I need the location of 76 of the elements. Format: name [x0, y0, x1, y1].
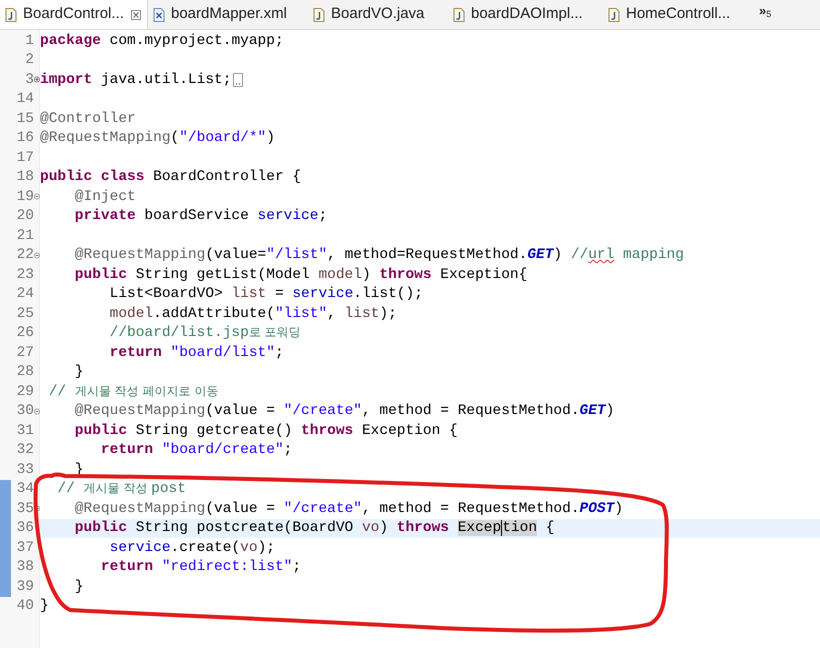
line-number: 22 — [16, 248, 34, 262]
line-number: 34 — [16, 482, 34, 496]
code-line: model.addAttribute("list", list); — [108, 306, 397, 321]
line-number: 32 — [16, 443, 34, 458]
line-number: 26 — [16, 326, 34, 340]
line-number: 3 — [25, 72, 34, 87]
collapse-fold-icon[interactable] — [34, 252, 40, 259]
expand-fold-icon[interactable] — [34, 76, 40, 84]
editor-tab[interactable]: boardMapper.xml — [148, 0, 308, 29]
line-number: 20 — [16, 209, 34, 224]
code-line: // 게시물 작성 페이지로 이동 — [48, 384, 218, 399]
java-file-icon — [608, 8, 620, 22]
code-line: import java.util.List; — [40, 72, 232, 87]
line-number: 17 — [16, 150, 34, 165]
java-file-icon — [313, 8, 325, 22]
code-line: @RequestMapping(value = "/create", method = RequestMethod.POST) — [74, 502, 624, 516]
tab-label: HomeControll... — [626, 4, 730, 24]
tab-label: BoardVO.java — [331, 4, 424, 24]
code-line: @RequestMapping(value = "/create", method = RequestMethod.GET) — [74, 404, 614, 418]
line-number: 28 — [16, 365, 34, 380]
line-number: 27 — [16, 346, 34, 360]
line-number: 36 — [16, 521, 34, 536]
java-file-icon — [5, 8, 17, 22]
code-line: @Inject — [74, 190, 136, 204]
line-number: 30 — [16, 404, 34, 418]
code-line: public String getcreate() throws Exception { — [74, 424, 458, 438]
code-line: } — [74, 580, 84, 594]
collapse-fold-icon[interactable] — [34, 408, 40, 415]
java-file-icon — [453, 8, 465, 22]
collapse-fold-icon[interactable] — [34, 193, 40, 200]
line-number: 24 — [16, 287, 34, 302]
code-line: public String postcreate(BoardVO vo) throws Excep tion { — [74, 521, 554, 536]
tab-label: boardDAOImpl... — [471, 4, 583, 24]
xml-file-icon — [153, 8, 165, 22]
editor-tab[interactable]: HomeControll... — [603, 0, 753, 29]
close-icon[interactable] — [131, 10, 141, 20]
line-number: 31 — [16, 424, 34, 438]
editor-tab[interactable]: boardDAOImpl... — [448, 0, 603, 29]
code-line: } — [40, 599, 49, 614]
folded-code-icon[interactable] — [233, 72, 244, 87]
line-number: 29 — [16, 384, 34, 399]
line-number: 21 — [16, 228, 34, 243]
code-line: @RequestMapping(value="/list", method=RequestMethod.GET) //url mapping — [74, 248, 684, 262]
line-number: 35 — [16, 502, 34, 516]
tab-label: BoardControl... — [23, 4, 124, 24]
code-line: public String getList(Model model) throws Exception{ — [74, 268, 528, 282]
code-line: public class BoardController { — [40, 170, 302, 184]
code-line: //board/list.jsp로 포워딩 — [108, 326, 301, 340]
line-number: 33 — [16, 462, 34, 477]
line-number: 16 — [16, 131, 34, 146]
code-line: } — [74, 365, 84, 380]
editor-tab[interactable]: BoardVO.java — [308, 0, 448, 29]
line-number: 18 — [16, 170, 34, 184]
code-line: List<BoardVO> list = service.list(); — [108, 287, 423, 302]
code-line: return "redirect:list"; — [100, 560, 302, 574]
line-number: 37 — [16, 540, 34, 555]
line-number: 15 — [16, 112, 34, 126]
code-line: private boardService service; — [74, 209, 328, 224]
line-number: 38 — [16, 560, 34, 574]
line-number: 25 — [16, 306, 34, 321]
line-number: 19 — [16, 190, 34, 204]
tab-label: boardMapper.xml — [171, 4, 287, 24]
code-line: service.create(vo); — [108, 540, 275, 555]
code-line: @Controller — [40, 112, 136, 126]
line-number: 14 — [16, 92, 34, 106]
code-line: @RequestMapping("/board/*") — [40, 131, 275, 146]
code-line: // 게시물 작성 post — [56, 482, 186, 496]
code-line: return "board/create"; — [100, 443, 292, 458]
line-number: 39 — [16, 580, 34, 594]
line-number: 2 — [25, 53, 34, 68]
line-number: 1 — [25, 34, 34, 48]
line-number: 23 — [16, 268, 34, 282]
code-line: return "board/list"; — [108, 346, 284, 360]
editor-tab[interactable]: BoardControl... — [0, 0, 148, 29]
line-number: 40 — [16, 599, 34, 614]
code-line: package com.myproject.myapp; — [40, 34, 284, 48]
